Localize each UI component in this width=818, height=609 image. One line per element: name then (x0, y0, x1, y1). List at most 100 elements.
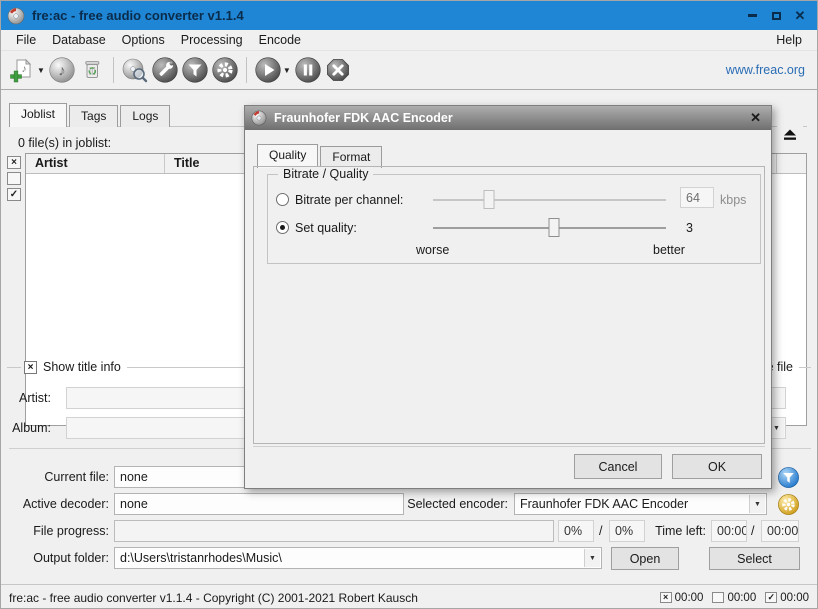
selected-encoder-label: Selected encoder: (406, 497, 508, 511)
configure-encoder-button[interactable] (777, 493, 800, 516)
pause-encoding-button[interactable] (293, 55, 323, 85)
chevron-down-icon: ▼ (589, 555, 596, 562)
add-files-dropdown-arrow[interactable]: ▼ (37, 66, 45, 75)
dialog-title: Fraunhofer FDK AAC Encoder (274, 111, 453, 125)
file-progress-bar (114, 520, 554, 542)
scale-row: worse better (268, 239, 760, 261)
general-settings-button[interactable] (150, 55, 180, 85)
ok-button[interactable]: OK (672, 454, 762, 479)
menubar: File Database Options Processing Encode … (1, 30, 817, 51)
funnel-icon (181, 56, 209, 84)
quality-slider[interactable] (433, 227, 666, 229)
stop-icon (324, 56, 352, 84)
bitrate-slider-thumb[interactable] (483, 190, 494, 209)
select-none-button[interactable] (7, 172, 21, 185)
menu-item-database[interactable]: Database (44, 31, 114, 49)
app-window: fre:ac - free audio converter v1.1.4 ✕ F… (0, 0, 818, 609)
open-folder-button[interactable]: Open (611, 547, 679, 570)
file-progress-row: File progress: 0% / 0% Time left: 00:00 … (1, 520, 817, 542)
bitrate-row: Bitrate per channel: 64 kbps (268, 189, 760, 211)
output-folder-row: Output folder: d:\Users\tristanrhodes\Mu… (1, 547, 817, 569)
album-label: Album: (9, 421, 51, 435)
active-decoder-label: Active decoder: (9, 497, 109, 511)
active-decoder-value: none (114, 493, 404, 515)
start-encoding-dropdown-arrow[interactable]: ▼ (283, 66, 291, 75)
quality-row: Set quality: 3 (268, 217, 760, 239)
stop-encoding-button[interactable] (323, 55, 353, 85)
quality-value: 3 (686, 221, 693, 235)
play-icon (254, 56, 282, 84)
menu-item-file[interactable]: File (8, 31, 44, 49)
funnel-blue-icon (777, 466, 800, 489)
show-title-info-toggle[interactable]: × (24, 361, 37, 374)
cancel-button[interactable]: Cancel (574, 454, 662, 479)
add-files-button[interactable]: ♪ (7, 55, 37, 85)
tab-joblist[interactable]: Joblist (9, 103, 67, 127)
toolbar-separator (113, 57, 114, 83)
separator-line (799, 367, 811, 368)
time-all-tracks: ✓ 00:00 (765, 592, 809, 604)
joblist-count: 0 file(s) in joblist: (18, 136, 111, 150)
file-progress-label: File progress: (9, 524, 109, 538)
scale-worse-label: worse (416, 243, 449, 257)
gear-icon (211, 56, 239, 84)
clear-joblist-button[interactable] (77, 55, 107, 85)
bitrate-radio[interactable] (276, 193, 289, 206)
dialog-tabstrip: Quality Format (257, 144, 384, 167)
output-folder-combo[interactable]: d:\Users\tristanrhodes\Music\ ▼ (114, 547, 602, 569)
check-box-icon: ✓ (765, 592, 777, 603)
scale-better-label: better (653, 243, 685, 257)
encoder-settings-button[interactable] (210, 55, 240, 85)
app-icon (7, 7, 25, 25)
tab-logs[interactable]: Logs (120, 105, 170, 127)
window-title: fre:ac - free audio converter v1.1.4 (32, 8, 244, 23)
bitrate-value-field[interactable]: 64 (680, 187, 714, 208)
selected-encoder-combo-arrow[interactable]: ▼ (749, 495, 765, 513)
menu-item-help[interactable]: Help (768, 31, 810, 49)
bitrate-slider[interactable] (433, 199, 666, 201)
time-left-total: 00:00 (761, 520, 799, 542)
svg-text:♪: ♪ (58, 63, 66, 80)
time-left-track: 00:00 (711, 520, 747, 542)
minimize-button[interactable] (745, 9, 759, 23)
maximize-button[interactable] (769, 9, 783, 23)
column-header-artist[interactable]: Artist (26, 154, 165, 173)
column-header-stub (777, 154, 806, 173)
chevron-down-icon: ▼ (754, 501, 761, 508)
output-folder-label: Output folder: (9, 551, 109, 565)
eject-cd-button[interactable] (777, 124, 803, 145)
dialog-titlebar: Fraunhofer FDK AAC Encoder ✕ (245, 106, 771, 130)
close-button[interactable]: ✕ (793, 9, 807, 23)
output-folder-value: d:\Users\tristanrhodes\Music\ (120, 551, 282, 565)
cddb-query-button[interactable] (120, 55, 150, 85)
output-folder-combo-arrow[interactable]: ▼ (584, 549, 600, 567)
quality-radio[interactable] (276, 221, 289, 234)
start-encoding-button[interactable] (253, 55, 283, 85)
dialog-tab-quality[interactable]: Quality (257, 144, 318, 168)
select-folder-button[interactable]: Select (709, 547, 800, 570)
toolbar: ♪ ▼ ♪ (1, 51, 817, 90)
processing-sphere-button[interactable] (777, 466, 800, 489)
time-value: 00:00 (780, 592, 809, 604)
menu-item-encode[interactable]: Encode (251, 31, 309, 49)
selected-encoder-value: Fraunhofer FDK AAC Encoder (520, 497, 688, 511)
dialog-tab-format[interactable]: Format (320, 146, 382, 168)
website-link[interactable]: www.freac.org (726, 63, 811, 77)
menu-item-options[interactable]: Options (114, 31, 173, 49)
dialog-close-button[interactable]: ✕ (746, 110, 765, 126)
processing-settings-button[interactable] (180, 55, 210, 85)
dialog-divider (253, 446, 765, 447)
separator-line (7, 367, 21, 368)
time-value: 00:00 (675, 592, 704, 604)
menu-item-processing[interactable]: Processing (173, 31, 251, 49)
toggle-selection-button[interactable]: ✓ (7, 188, 21, 201)
decoder-encoder-row: Active decoder: none Selected encoder: F… (1, 493, 817, 515)
add-cd-tracks-button[interactable]: ♪ (47, 55, 77, 85)
quality-slider-thumb[interactable] (549, 218, 560, 237)
tab-tags[interactable]: Tags (69, 105, 118, 127)
trash-icon (78, 56, 106, 84)
select-all-button[interactable]: × (7, 156, 21, 169)
statusbar-text: fre:ac - free audio converter v1.1.4 - C… (9, 591, 418, 605)
selected-encoder-combo[interactable]: Fraunhofer FDK AAC Encoder ▼ (514, 493, 767, 515)
gear-gold-icon (777, 493, 800, 516)
